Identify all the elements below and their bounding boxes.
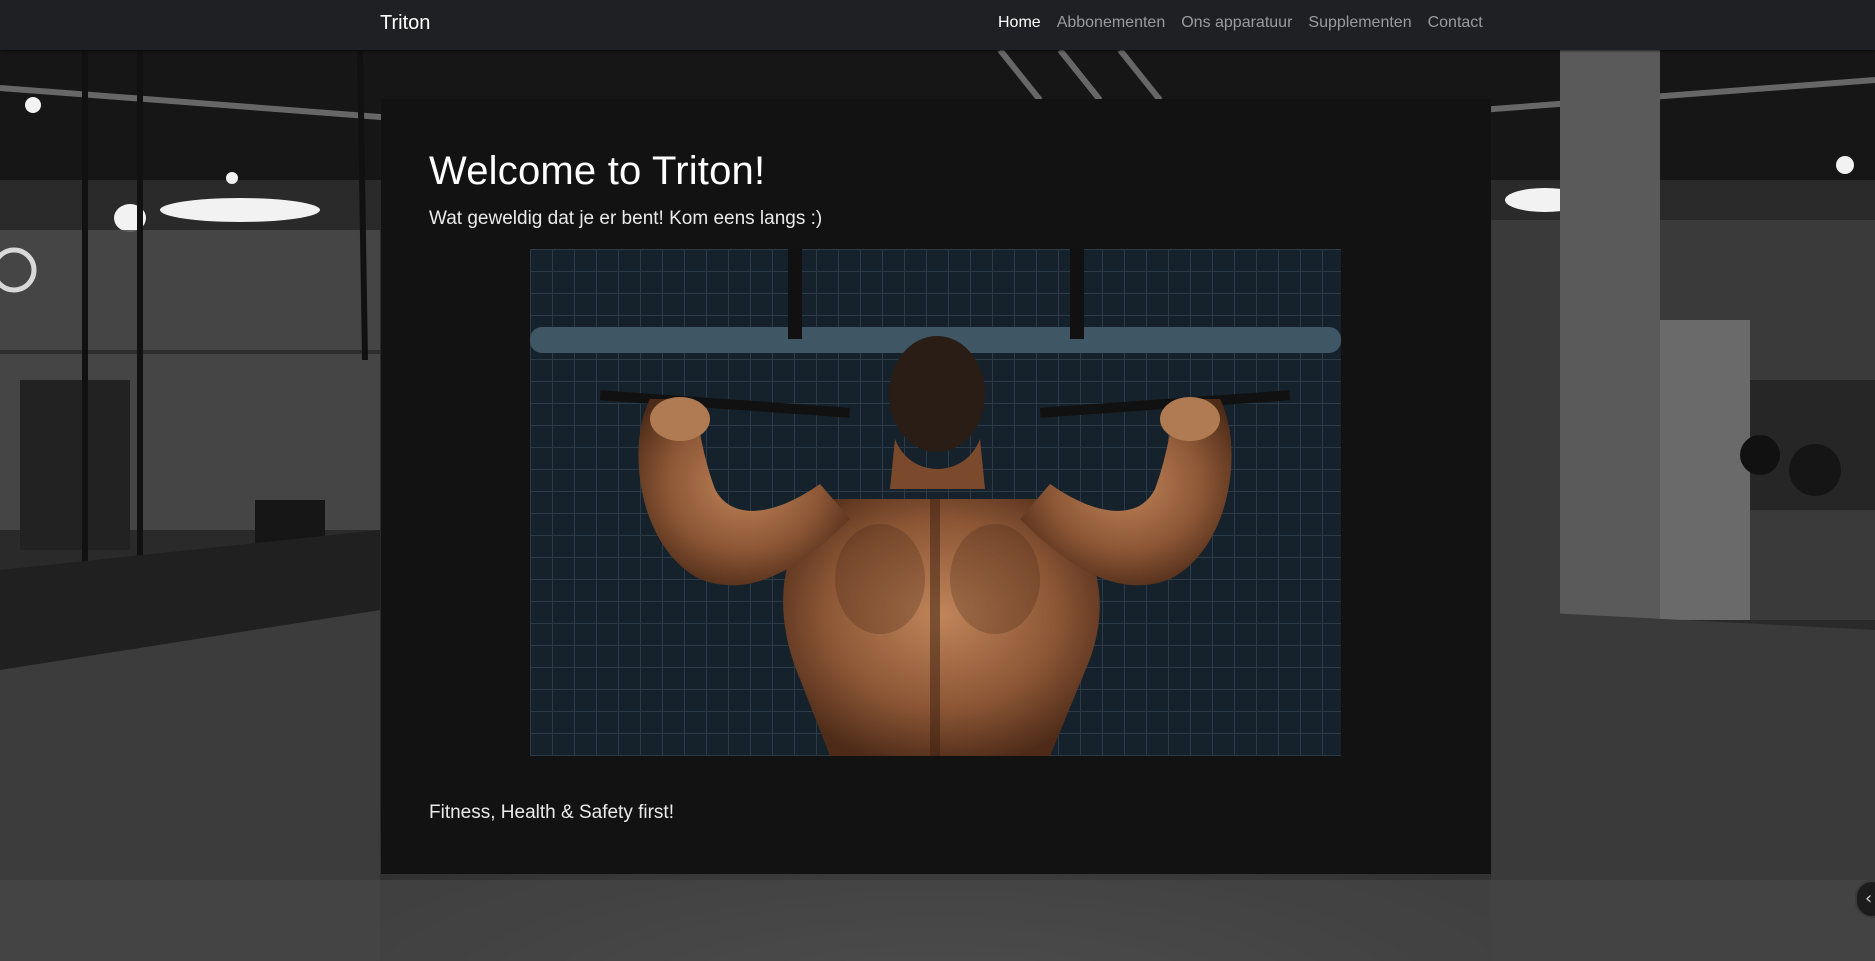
nav-link-contact[interactable]: Contact xyxy=(1428,14,1483,32)
nav-link-home[interactable]: Home xyxy=(998,14,1041,32)
welcome-card: Welcome to Triton! Wat geweldig dat je e… xyxy=(381,99,1491,874)
hero-image xyxy=(530,249,1341,756)
top-navbar: Triton Home Abbonementen Ons apparatuur … xyxy=(0,0,1875,50)
welcome-subtitle: Wat geweldig dat je er bent! Kom eens la… xyxy=(429,208,823,229)
page-title: Welcome to Triton! xyxy=(429,149,766,193)
brand-link[interactable]: Triton xyxy=(380,12,430,35)
nav-link-ons-apparatuur[interactable]: Ons apparatuur xyxy=(1181,14,1292,32)
nav-links: Home Abbonementen Ons apparatuur Supplem… xyxy=(998,14,1483,32)
tagline: Fitness, Health & Safety first! xyxy=(429,802,674,823)
chevron-left-icon: ‹ xyxy=(1865,888,1873,909)
nav-link-abbonementen[interactable]: Abbonementen xyxy=(1057,14,1166,32)
nav-link-supplementen[interactable]: Supplementen xyxy=(1308,14,1411,32)
